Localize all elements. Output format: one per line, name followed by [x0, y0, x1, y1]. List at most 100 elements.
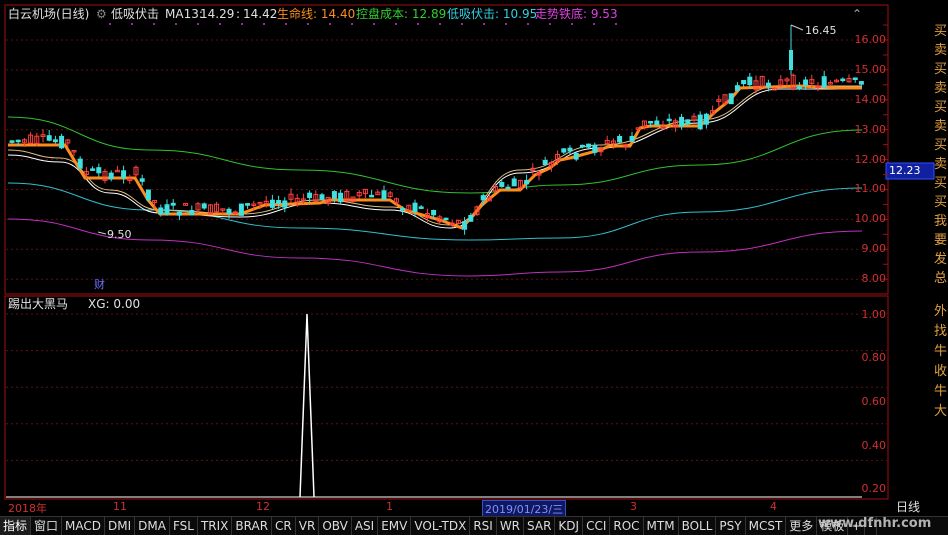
- signal-dot: [307, 23, 309, 25]
- chart-canvas[interactable]: [0, 0, 948, 534]
- tab-obv[interactable]: OBV: [319, 517, 352, 535]
- tab-brar[interactable]: BRAR: [232, 517, 273, 535]
- signal-dot: [615, 23, 617, 25]
- candle-body: [840, 78, 846, 82]
- tab-cci[interactable]: CCI: [583, 517, 611, 535]
- price-label: 16.00: [854, 33, 887, 46]
- tab-sar[interactable]: SAR: [524, 517, 556, 535]
- candle-body: [52, 139, 58, 143]
- high-price-marker: 16.45: [805, 24, 837, 37]
- candle-body: [462, 221, 468, 230]
- signal-dot: [351, 23, 353, 25]
- candle-body: [307, 192, 313, 199]
- tab-cr[interactable]: CR: [272, 517, 296, 535]
- high-pointer: [790, 24, 804, 31]
- grid-lines: [6, 39, 887, 461]
- date-label: 1: [386, 500, 393, 513]
- candle-body: [189, 210, 195, 216]
- control-cost-value: 控盘成本: 12.89: [356, 7, 447, 21]
- signal-char: 卖: [934, 81, 948, 96]
- candle-body: [170, 202, 176, 206]
- candle-body: [648, 120, 654, 124]
- price-label: 9.00: [861, 242, 887, 255]
- tab-rsi[interactable]: RSI: [470, 517, 497, 535]
- tab-窗口[interactable]: 窗口: [31, 517, 63, 535]
- sub-signal-char: 外: [934, 304, 948, 319]
- signal-dot: [593, 23, 595, 25]
- sub-chart-frame: [4, 295, 889, 500]
- signal-dot: [461, 23, 463, 25]
- low-pointer: [97, 231, 107, 235]
- tab-asi[interactable]: ASI: [352, 517, 379, 535]
- signal-dot: [153, 23, 155, 25]
- sub-signal-char: 大: [934, 404, 948, 419]
- candle-body: [59, 135, 65, 149]
- period-selector[interactable]: 日线: [896, 500, 920, 514]
- ma13-value-b: 14.42: [243, 7, 278, 21]
- signal-text-column: 买卖买卖买卖买卖买买我要发总: [934, 22, 948, 288]
- signal-char: 买: [934, 100, 948, 115]
- signal-dot: [329, 23, 331, 25]
- tab-macd[interactable]: MACD: [62, 517, 106, 535]
- price-label: 11.00: [854, 182, 887, 195]
- price-label: 12.00: [854, 153, 887, 166]
- candle-body: [499, 182, 505, 187]
- signal-char: 我: [934, 214, 948, 229]
- signal-dot: [505, 23, 507, 25]
- trend-floor-value: 走势铁底: 9.53: [535, 7, 618, 21]
- signal-dot: [373, 23, 375, 25]
- tab-trix[interactable]: TRIX: [198, 517, 233, 535]
- candle-body: [511, 178, 517, 187]
- candle-body: [164, 204, 170, 215]
- finance-marker[interactable]: 财: [94, 278, 105, 292]
- candle-body: [654, 120, 660, 126]
- candle-body: [176, 211, 182, 216]
- ma13-sep: :: [236, 7, 241, 21]
- tab-wr[interactable]: WR: [497, 517, 525, 535]
- candle-body: [139, 178, 145, 182]
- collapse-chevron-icon[interactable]: ⌃: [852, 7, 862, 21]
- candle-body: [158, 207, 164, 215]
- sub-y-label: 0.60: [861, 395, 887, 408]
- candle-body: [561, 148, 567, 153]
- tab-fsl[interactable]: FSL: [170, 517, 198, 535]
- tab-更多[interactable]: 更多: [786, 517, 818, 535]
- tab-psy[interactable]: PSY: [716, 517, 746, 535]
- candle-body: [592, 144, 598, 153]
- candle-body: [741, 79, 747, 85]
- candle-body: [15, 139, 21, 143]
- candle-body: [579, 144, 585, 148]
- candle-body: [629, 135, 635, 142]
- tab-vol-tdx[interactable]: VOL-TDX: [411, 517, 471, 535]
- signal-dot: [395, 23, 397, 25]
- candle-body: [685, 119, 691, 125]
- candle-body: [282, 200, 288, 208]
- tab-dma[interactable]: DMA: [135, 517, 170, 535]
- signal-char: 买: [934, 195, 948, 210]
- tab-emv[interactable]: EMV: [378, 517, 412, 535]
- signal-char: 卖: [934, 157, 948, 172]
- settings-gear-icon[interactable]: ⚙: [96, 7, 107, 21]
- sub-signal-char: 牛: [934, 344, 948, 359]
- signal-char: 要: [934, 233, 948, 248]
- signal-char: 买: [934, 176, 948, 191]
- tab-boll[interactable]: BOLL: [679, 517, 717, 535]
- tab-mtm[interactable]: MTM: [644, 517, 679, 535]
- low-buy-value: 低吸伏击: 10.95: [447, 7, 538, 21]
- tab-dmi[interactable]: DMI: [105, 517, 136, 535]
- candle-body: [697, 114, 703, 130]
- signal-dot: [131, 23, 133, 25]
- candle-body: [821, 76, 827, 88]
- candle-body: [245, 203, 251, 206]
- tab-kdj[interactable]: KDJ: [555, 517, 584, 535]
- candle-body: [803, 79, 809, 86]
- trend-floor-line: [7, 218, 863, 277]
- tab-vr[interactable]: VR: [296, 517, 320, 535]
- tab-mcst[interactable]: MCST: [746, 517, 787, 535]
- candle-body: [418, 206, 424, 209]
- tab-roc[interactable]: ROC: [610, 517, 644, 535]
- date-label: 12: [256, 500, 270, 513]
- signal-dot: [219, 23, 221, 25]
- date-label: 3: [630, 500, 637, 513]
- tab-指标[interactable]: 指标: [0, 517, 32, 535]
